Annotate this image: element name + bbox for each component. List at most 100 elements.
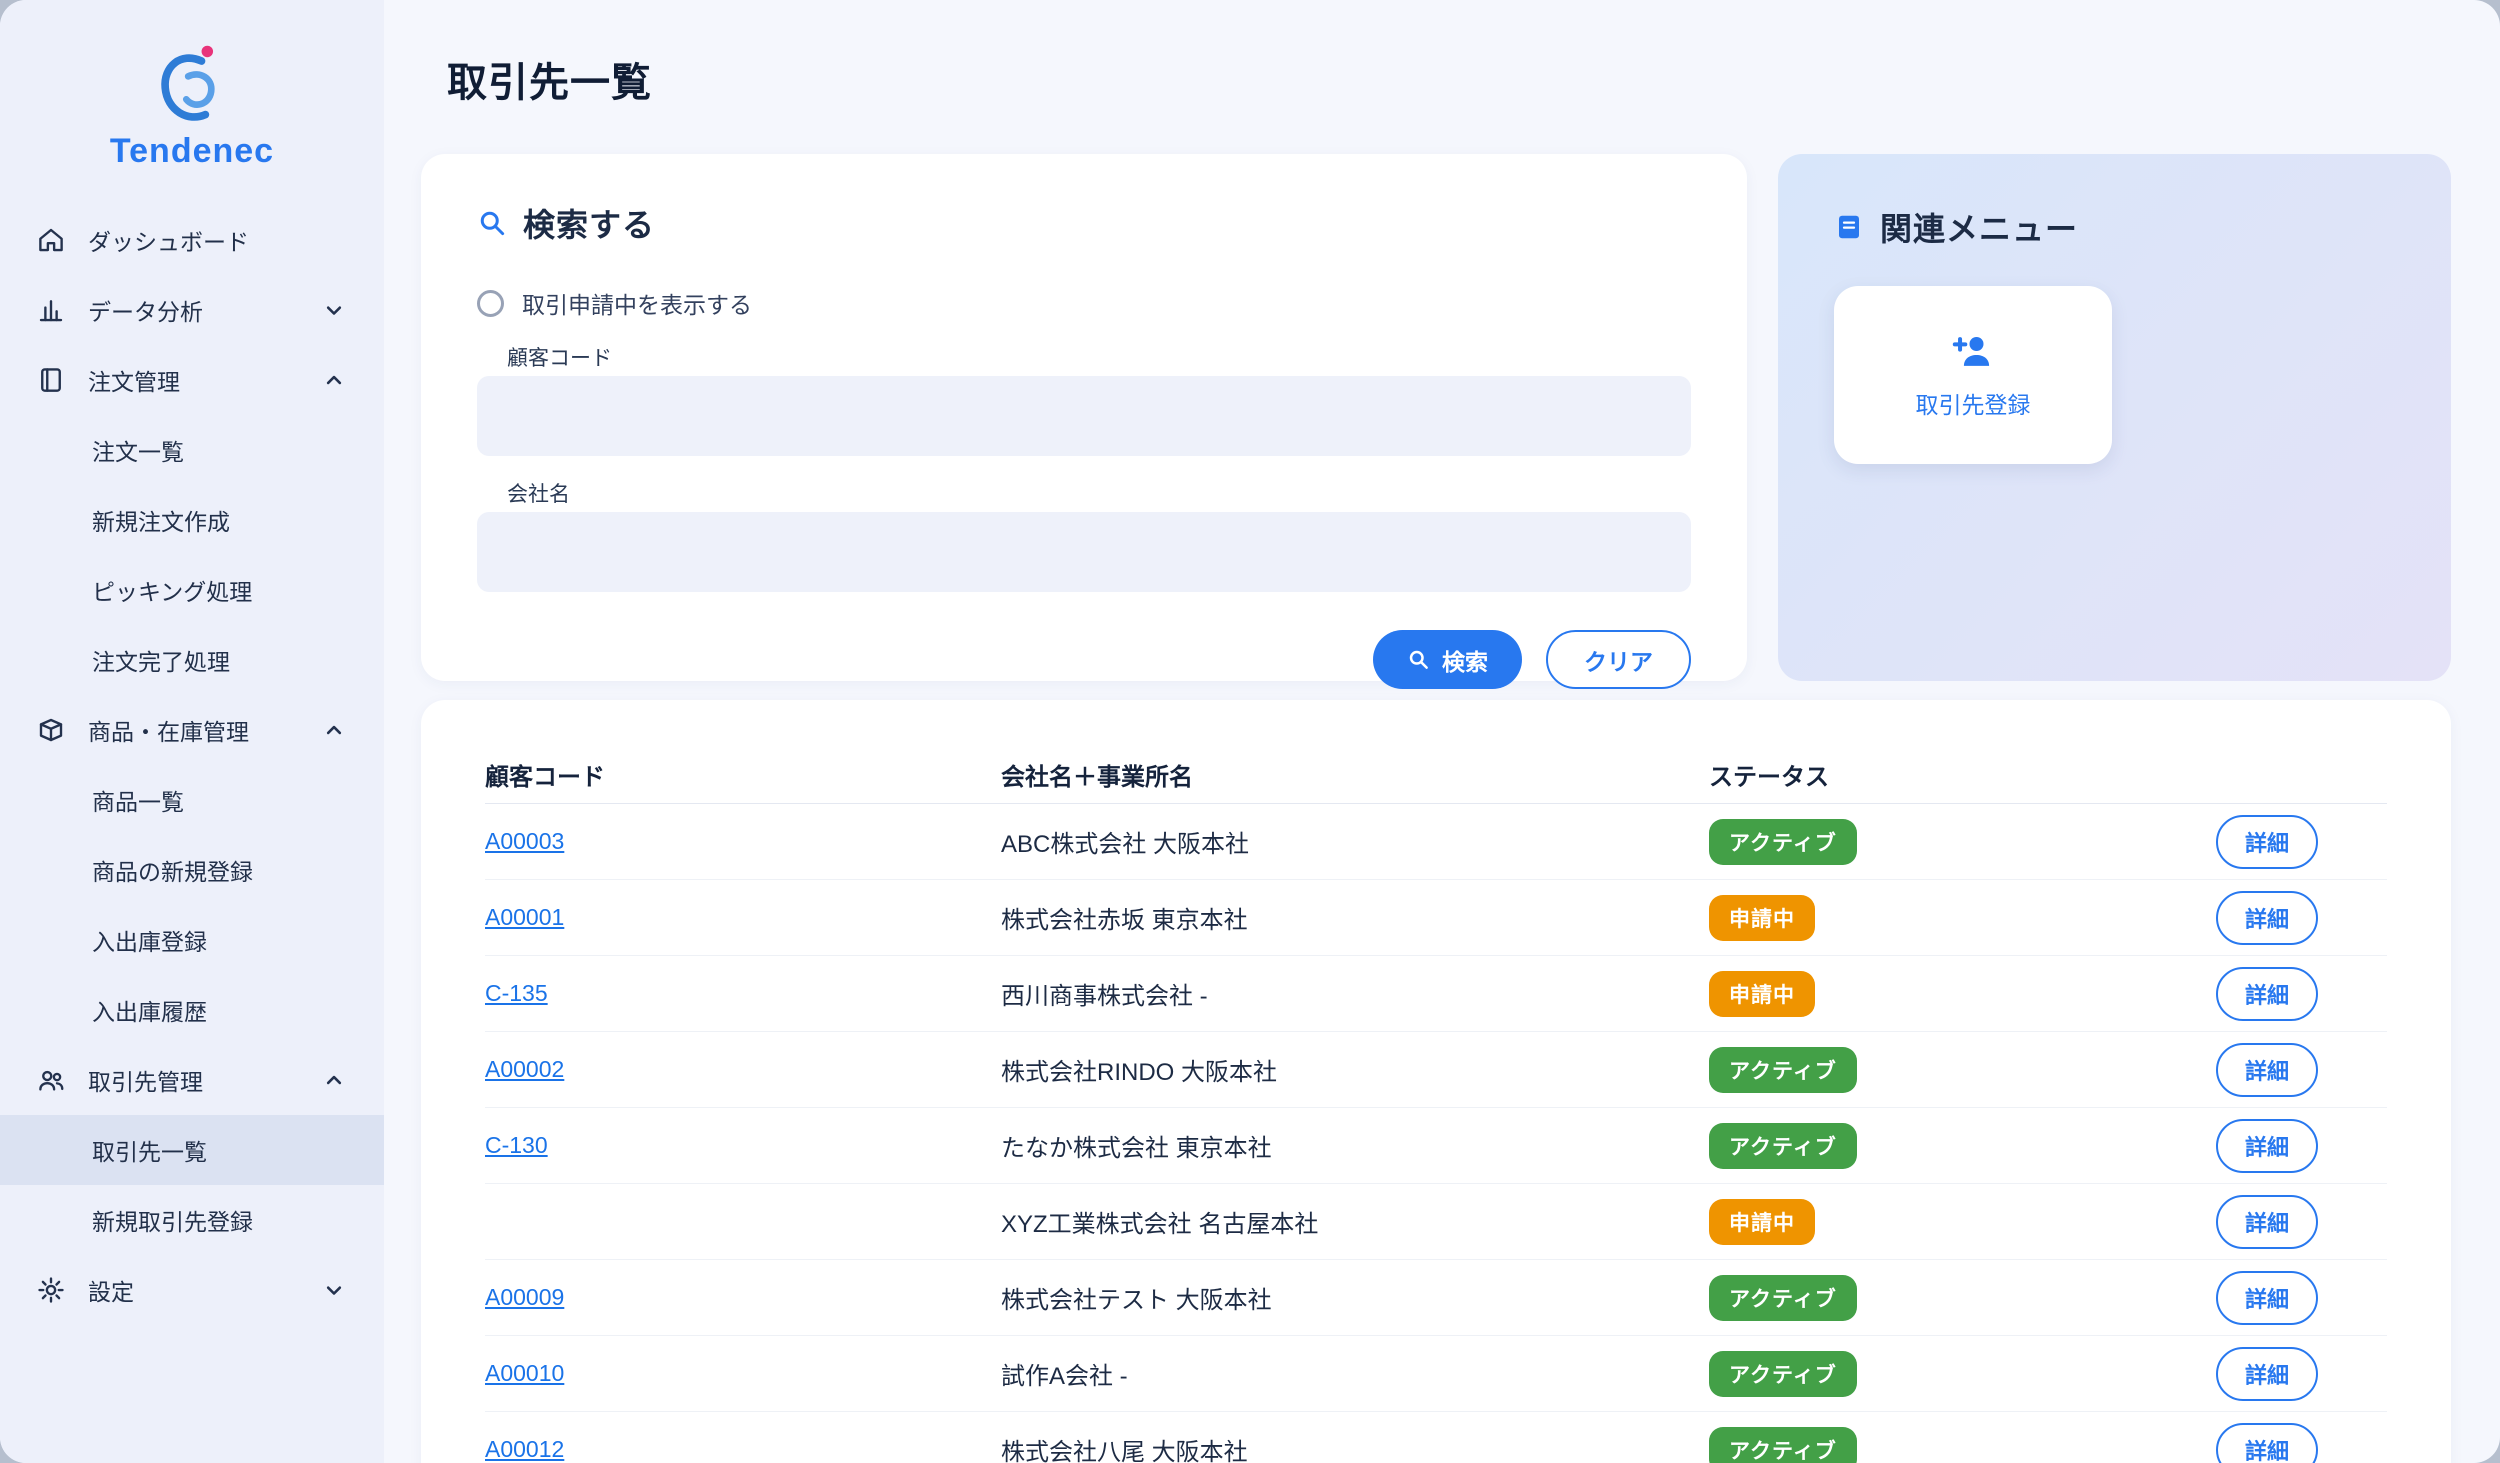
page-title: 取引先一覧 (447, 50, 2452, 108)
customer-code-label: 顧客コード (507, 342, 1691, 372)
detail-button[interactable]: 詳細 (2216, 891, 2318, 945)
detail-button[interactable]: 詳細 (2216, 1423, 2318, 1463)
detail-button[interactable]: 詳細 (2216, 1347, 2318, 1401)
table-row: A00010 試作A会社 -アクティブ 詳細 (485, 1336, 2387, 1412)
inventory-icon (36, 715, 66, 745)
sidebar-item-settings[interactable]: 設定 (0, 1255, 384, 1325)
customer-code-link[interactable]: A00009 (485, 1284, 564, 1310)
show-pending-radio-label: 取引申請中を表示する (522, 286, 752, 320)
sidebar-subitem[interactable]: 入出庫登録 (0, 905, 384, 975)
detail-button[interactable]: 詳細 (2216, 1119, 2318, 1173)
search-button-label: 検索 (1442, 643, 1488, 677)
partners-icon (36, 1065, 66, 1095)
company-name: ABC株式会社 大阪本社 (1001, 824, 1709, 859)
status-badge: アクティブ (1709, 1047, 1857, 1093)
search-button-icon (1407, 648, 1430, 671)
sidebar-item-label: データ分析 (88, 293, 203, 327)
top-row: 検索する 取引申請中を表示する 顧客コード 会社名 (421, 154, 2452, 681)
customer-code-link[interactable]: A00001 (485, 904, 564, 930)
table-row: A00012 株式会社八尾 大阪本社アクティブ 詳細 (485, 1412, 2387, 1463)
chevron-up-icon (320, 716, 348, 744)
sidebar-subitem[interactable]: 取引先一覧 (0, 1115, 384, 1185)
clear-button[interactable]: クリア (1546, 630, 1691, 689)
app-window: Tendenec ダッシュボードデータ分析注文管理注文一覧新規注文作成ピッキング… (0, 0, 2500, 1463)
sidebar-item-partners[interactable]: 取引先管理 (0, 1045, 384, 1115)
company-name-input[interactable] (477, 512, 1691, 592)
customer-code-field: 顧客コード (477, 342, 1691, 456)
company-name-label: 会社名 (507, 478, 1691, 508)
show-pending-radio[interactable]: 取引申請中を表示する (477, 286, 1691, 320)
table-row: A00009 株式会社テスト 大阪本社アクティブ 詳細 (485, 1260, 2387, 1336)
sidebar-item-label: 商品・在庫管理 (88, 713, 249, 747)
sidebar-subitem[interactable]: ピッキング処理 (0, 555, 384, 625)
chart-icon (36, 295, 66, 325)
home-icon (36, 225, 66, 255)
gear-icon (36, 1275, 66, 1305)
company-name: 株式会社テスト 大阪本社 (1001, 1280, 1709, 1315)
register-partner-label: 取引先登録 (1916, 386, 2031, 420)
sidebar-item-orders[interactable]: 注文管理 (0, 345, 384, 415)
detail-button[interactable]: 詳細 (2216, 815, 2318, 869)
detail-button[interactable]: 詳細 (2216, 1271, 2318, 1325)
col-header-company: 会社名＋事業所名 (1001, 757, 1709, 792)
customer-code-link[interactable]: A00003 (485, 828, 564, 854)
status-badge: アクティブ (1709, 1275, 1857, 1321)
sidebar-item-analytics[interactable]: データ分析 (0, 275, 384, 345)
related-menu-panel: 関連メニュー 取引先登録 (1778, 154, 2451, 681)
sidebar-subitem[interactable]: 商品一覧 (0, 765, 384, 835)
sidebar-subitem[interactable]: 注文完了処理 (0, 625, 384, 695)
customer-code-input[interactable] (477, 376, 1691, 456)
company-name: 株式会社八尾 大阪本社 (1001, 1432, 1709, 1463)
table-row: A00002 株式会社RINDO 大阪本社アクティブ 詳細 (485, 1032, 2387, 1108)
table-row: XYZ工業株式会社 名古屋本社申請中 詳細 (485, 1184, 2387, 1260)
detail-button[interactable]: 詳細 (2216, 1195, 2318, 1249)
sidebar-item-label: 注文管理 (88, 363, 180, 397)
sidebar: Tendenec ダッシュボードデータ分析注文管理注文一覧新規注文作成ピッキング… (0, 0, 384, 1463)
customer-code-link[interactable]: A00010 (485, 1360, 564, 1386)
search-panel-header: 検索する (477, 200, 1691, 246)
related-menu-title: 関連メニュー (1880, 204, 2078, 250)
detail-button[interactable]: 詳細 (2216, 967, 2318, 1021)
partner-table: 顧客コード 会社名＋事業所名 ステータス A00003ABC株式会社 大阪本社ア… (421, 700, 2451, 1463)
radio-circle-icon[interactable] (477, 290, 504, 317)
table-row: A00001株式会社赤坂 東京本社申請中詳細 (485, 880, 2387, 956)
status-badge: アクティブ (1709, 1427, 1857, 1463)
chevron-down-icon (320, 1276, 348, 1304)
status-badge: アクティブ (1709, 819, 1857, 865)
table-body: A00003ABC株式会社 大阪本社アクティブ詳細A00001株式会社赤坂 東京… (485, 804, 2387, 1463)
company-name: 株式会社RINDO 大阪本社 (1001, 1052, 1709, 1087)
company-name: 西川商事株式会社 - (1001, 976, 1709, 1011)
person-add-icon (1952, 330, 1994, 372)
sidebar-subitem[interactable]: 新規注文作成 (0, 485, 384, 555)
customer-code-link[interactable]: C-130 (485, 1132, 548, 1158)
sidebar-subitem[interactable]: 新規取引先登録 (0, 1185, 384, 1255)
status-badge: 申請中 (1709, 895, 1815, 941)
customer-code-link[interactable]: A00002 (485, 1056, 564, 1082)
table-row: C-135 西川商事株式会社 -申請中 詳細 (485, 956, 2387, 1032)
register-partner-button[interactable]: 取引先登録 (1834, 286, 2112, 464)
sidebar-item-dashboard[interactable]: ダッシュボード (0, 205, 384, 275)
col-header-status: ステータス (1709, 757, 2216, 792)
chevron-up-icon (320, 366, 348, 394)
sidebar-subitem[interactable]: 商品の新規登録 (0, 835, 384, 905)
status-badge: 申請中 (1709, 1199, 1815, 1245)
search-button[interactable]: 検索 (1373, 630, 1522, 689)
company-name-field: 会社名 (477, 478, 1691, 592)
sidebar-nav: ダッシュボードデータ分析注文管理注文一覧新規注文作成ピッキング処理注文完了処理商… (0, 205, 384, 1325)
related-menu-header: 関連メニュー (1834, 204, 2395, 250)
orders-icon (36, 365, 66, 395)
status-badge: アクティブ (1709, 1351, 1857, 1397)
table-row: C-130たなか株式会社 東京本社アクティブ詳細 (485, 1108, 2387, 1184)
company-name: XYZ工業株式会社 名古屋本社 (1001, 1204, 1709, 1239)
sidebar-subitem[interactable]: 注文一覧 (0, 415, 384, 485)
company-name: たなか株式会社 東京本社 (1001, 1128, 1709, 1163)
company-name: 試作A会社 - (1001, 1356, 1709, 1391)
search-actions: 検索 クリア (477, 630, 1691, 689)
customer-code-link[interactable]: A00012 (485, 1436, 564, 1462)
detail-button[interactable]: 詳細 (2216, 1043, 2318, 1097)
status-badge: 申請中 (1709, 971, 1815, 1017)
customer-code-link[interactable]: C-135 (485, 980, 548, 1006)
logo[interactable]: Tendenec (0, 26, 384, 195)
sidebar-subitem[interactable]: 入出庫履歴 (0, 975, 384, 1045)
sidebar-item-inventory[interactable]: 商品・在庫管理 (0, 695, 384, 765)
